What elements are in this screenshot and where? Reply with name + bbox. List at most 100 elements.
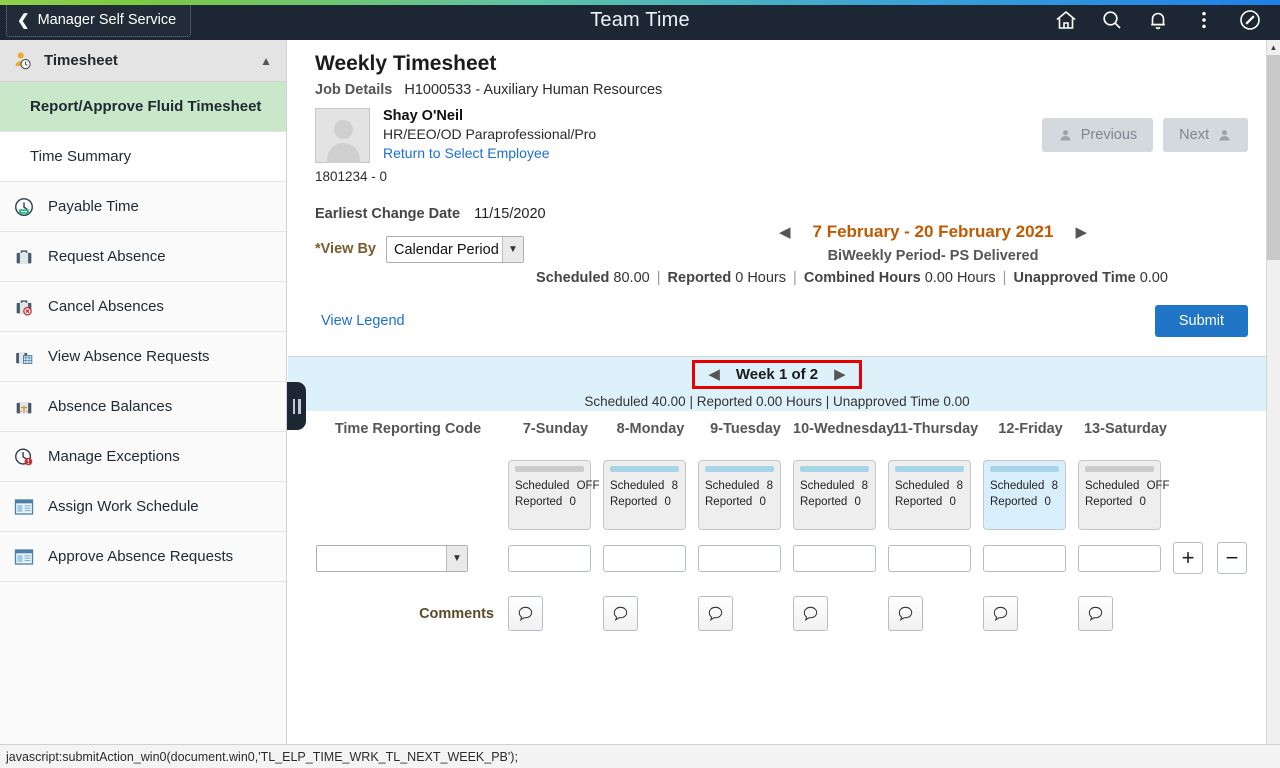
main-content: Weekly Timesheet Job Details H1000533 - … <box>288 40 1266 744</box>
reported-label: Reported <box>895 496 943 508</box>
reported-line: Reported 0 <box>610 494 679 510</box>
view-legend-link[interactable]: View Legend <box>321 313 405 329</box>
reported-value: 0 <box>854 496 861 508</box>
navbar-compass-icon[interactable] <box>1238 8 1262 32</box>
reported-line: Reported 0 <box>895 494 964 510</box>
window-schedule-icon <box>14 498 34 515</box>
view-by-select[interactable]: Calendar Period ▼ <box>386 236 524 263</box>
next-week-arrow[interactable]: ▶ <box>834 367 846 382</box>
earliest-change-date-value: 11/15/2020 <box>474 206 546 222</box>
previous-period-arrow[interactable]: ◀ <box>779 225 791 240</box>
scrollbar-thumb[interactable] <box>1267 55 1280 260</box>
employee-info: Shay O'Neil HR/EEO/OD Paraprofessional/P… <box>383 108 596 163</box>
schedule-bar <box>705 466 774 472</box>
scheduled-value: 8 <box>766 480 773 492</box>
add-row-button[interactable]: + <box>1173 542 1203 574</box>
hours-input-sunday[interactable] <box>508 544 591 572</box>
reported-value: 0 <box>949 496 956 508</box>
person-icon <box>1219 129 1230 140</box>
sidebar-item-report-approve-fluid-timesheet[interactable]: Report/Approve Fluid Timesheet <box>0 82 286 132</box>
sidebar-group-label: Timesheet <box>44 52 118 69</box>
comment-button-saturday[interactable] <box>1078 596 1113 631</box>
chevron-down-icon[interactable]: ▼ <box>502 237 523 262</box>
chevron-up-icon[interactable]: ▲ <box>260 54 272 68</box>
home-icon[interactable] <box>1054 8 1078 32</box>
time-entry-row: ▼ + − <box>308 530 1266 574</box>
back-to-manager-self-service-button[interactable]: ❮ Manager Self Service <box>6 3 192 37</box>
hours-input-friday[interactable] <box>983 544 1066 572</box>
reported-line: Reported 0 <box>990 494 1059 510</box>
schedule-line: Scheduled 8 <box>800 478 869 494</box>
comment-button-thursday[interactable] <box>888 596 923 631</box>
comment-button-wednesday[interactable] <box>793 596 828 631</box>
comments-row: Comments <box>308 574 1266 631</box>
chevron-down-icon[interactable]: ▼ <box>446 545 467 571</box>
sidebar-item-manage-exceptions[interactable]: Manage Exceptions <box>0 432 286 482</box>
sidebar-group-timesheet[interactable]: Timesheet ▲ <box>0 40 286 82</box>
speech-bubble-icon <box>613 606 628 622</box>
scheduled-value: 8 <box>861 480 868 492</box>
app-header: ❮ Manager Self Service Team Time <box>0 0 1280 40</box>
avatar-body <box>327 143 360 163</box>
scheduled-label: Scheduled <box>1085 480 1140 492</box>
sidebar-item-label: Time Summary <box>30 148 132 165</box>
return-to-select-employee-link[interactable]: Return to Select Employee <box>383 145 596 161</box>
scheduled-value: 8 <box>671 480 678 492</box>
comment-button-sunday[interactable] <box>508 596 543 631</box>
sidebar-navigation: Timesheet ▲ Report/Approve Fluid Timeshe… <box>0 40 287 768</box>
remove-row-button[interactable]: − <box>1217 542 1247 574</box>
next-employee-button[interactable]: Next <box>1163 118 1248 152</box>
sidebar-collapse-handle[interactable] <box>287 382 306 430</box>
week-label: Week 1 of 2 <box>735 365 819 383</box>
comment-button-tuesday[interactable] <box>698 596 733 631</box>
sidebar-item-approve-absence-requests[interactable]: Approve Absence Requests <box>0 532 286 582</box>
reported-label: Reported <box>667 270 732 286</box>
scheduled-label: Scheduled <box>800 480 855 492</box>
hours-input-saturday[interactable] <box>1078 544 1161 572</box>
period-nav-line: ◀ 7 February - 20 February 2021 ▶ <box>683 222 1183 242</box>
view-by-label: *View By <box>315 241 376 257</box>
comment-button-friday[interactable] <box>983 596 1018 631</box>
sidebar-item-request-absence[interactable]: Request Absence <box>0 232 286 282</box>
schedule-cell-friday: Scheduled 8 Reported 0 <box>983 460 1066 530</box>
scheduled-label: Scheduled <box>610 480 665 492</box>
comment-button-monday[interactable] <box>603 596 638 631</box>
totals-divider: | <box>1002 270 1007 286</box>
earliest-change-date-label: Earliest Change Date <box>315 206 461 222</box>
scroll-up-arrow-icon[interactable]: ▲ <box>1267 40 1280 55</box>
sidebar-item-view-absence-requests[interactable]: View Absence Requests <box>0 332 286 382</box>
period-subtitle: BiWeekly Period- PS Delivered <box>827 248 1039 264</box>
reported-value: 0 Hours <box>735 270 787 286</box>
time-reporting-code-select[interactable]: ▼ <box>316 544 468 572</box>
submit-button[interactable]: Submit <box>1154 305 1248 337</box>
hours-input-tuesday[interactable] <box>698 544 781 572</box>
next-button-label: Next <box>1179 127 1209 143</box>
combined-hours-label: Combined Hours <box>803 270 921 286</box>
previous-week-arrow[interactable]: ◀ <box>708 367 720 382</box>
hours-input-monday[interactable] <box>603 544 686 572</box>
reported-label: Reported <box>1085 496 1133 508</box>
unapproved-time-label: Unapproved Time <box>1013 270 1136 286</box>
reported-line: Reported 0 <box>1085 494 1154 510</box>
app-root: ❮ Manager Self Service Team Time Timeshe… <box>0 0 1280 768</box>
actions-kebab-icon[interactable] <box>1192 8 1216 32</box>
sidebar-item-assign-work-schedule[interactable]: Assign Work Schedule <box>0 482 286 532</box>
hours-input-thursday[interactable] <box>888 544 971 572</box>
notifications-bell-icon[interactable] <box>1146 8 1170 32</box>
sidebar-item-time-summary[interactable]: Time Summary <box>0 132 286 182</box>
hours-input-wednesday[interactable] <box>793 544 876 572</box>
vertical-scrollbar[interactable]: ▲ <box>1266 40 1280 744</box>
reported-label: Reported <box>515 496 563 508</box>
next-period-arrow[interactable]: ▶ <box>1075 225 1087 240</box>
avatar-head <box>334 120 353 139</box>
sidebar-item-cancel-absences[interactable]: Cancel Absences <box>0 282 286 332</box>
sidebar-item-payable-time[interactable]: Payable Time <box>0 182 286 232</box>
scheduled-label: Scheduled <box>536 270 610 286</box>
previous-employee-button[interactable]: Previous <box>1041 118 1154 152</box>
schedule-line: Scheduled OFF <box>1085 478 1170 494</box>
search-icon[interactable] <box>1100 8 1124 32</box>
employee-name: Shay O'Neil <box>383 108 464 124</box>
reported-line: Reported 0 <box>800 494 869 510</box>
reported-value: 0 <box>664 496 671 508</box>
sidebar-item-absence-balances[interactable]: Absence Balances <box>0 382 286 432</box>
